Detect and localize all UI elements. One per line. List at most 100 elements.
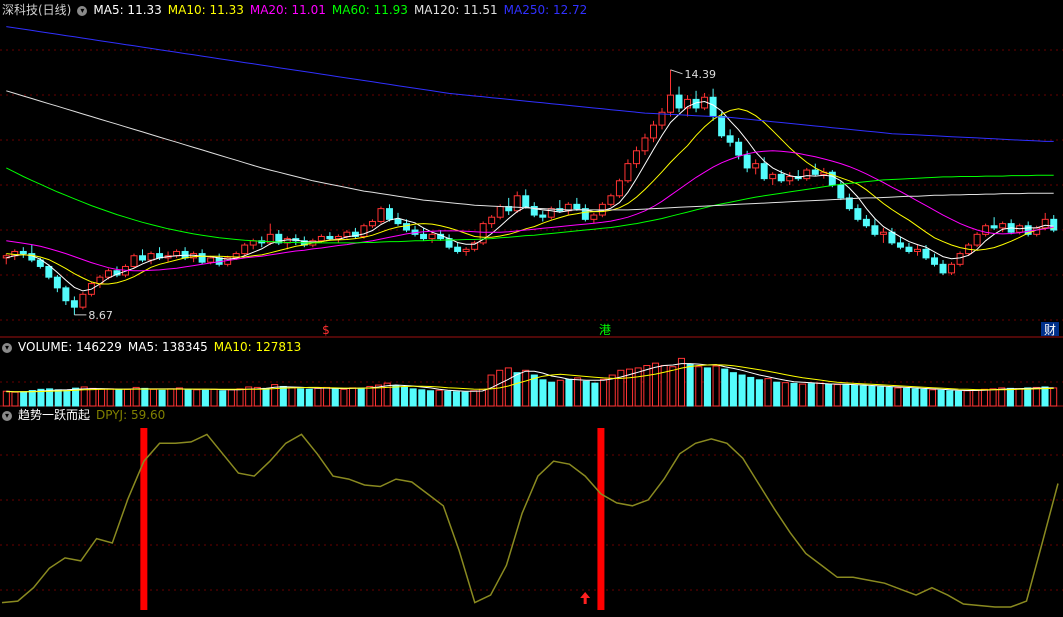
candle-body [360, 225, 368, 237]
volume-bar [1024, 387, 1032, 407]
high-price-label: 14.39 [685, 68, 717, 81]
volume-bar [790, 382, 798, 407]
volume-bar [149, 388, 158, 407]
candle-body [726, 135, 734, 143]
volume-bar [522, 369, 530, 407]
candle-body [326, 235, 334, 240]
volume-bar [28, 390, 36, 407]
volume-bar [366, 385, 374, 407]
candle-body [334, 235, 342, 240]
volume-bar [920, 388, 928, 407]
candle-body [139, 255, 146, 261]
candle-body [181, 250, 189, 259]
candle-body [675, 94, 683, 109]
candle-body [632, 150, 640, 165]
volume-bar [331, 388, 339, 407]
volume-bar [556, 379, 564, 407]
volume-bar [781, 382, 789, 407]
candle-body [854, 208, 862, 220]
volume-bar [851, 385, 859, 407]
volume-bar [1041, 386, 1049, 407]
volume-bar [755, 379, 763, 407]
volume-bar [911, 388, 919, 407]
signal-bar [140, 428, 148, 610]
ma-line-ma60 [6, 167, 1054, 244]
volume-bar [816, 382, 824, 407]
candle-body [862, 218, 870, 227]
candle-body [19, 250, 27, 255]
volume-bar [877, 386, 885, 407]
volume-bar [279, 385, 287, 407]
volume-bar [288, 387, 296, 407]
volume-bar [946, 390, 954, 407]
candle-body [62, 287, 70, 302]
candle-body [667, 94, 674, 113]
volume-bar [2, 390, 10, 407]
candle-body [641, 137, 649, 152]
volume-settings-icon[interactable]: ▾ [2, 342, 12, 353]
volume-bar [400, 386, 409, 407]
volume-bar [167, 388, 175, 407]
indicator-header: ▾ 趋势一跃而起 DPYJ: 59.60 [2, 407, 171, 423]
candle-body [735, 141, 743, 156]
ma5-value: MA5: 11.33 [93, 3, 162, 17]
candle-body [428, 233, 436, 240]
candle-body [905, 246, 913, 252]
volume-bar [409, 388, 417, 407]
volume-bar [669, 366, 677, 407]
candle-body [79, 293, 87, 308]
volume-bar [201, 389, 209, 407]
volume-bar [349, 387, 357, 407]
candle-body [811, 169, 819, 175]
candle-body [939, 263, 947, 274]
candle-body [573, 203, 581, 210]
high-marker-line [670, 69, 683, 75]
volume-bar [435, 389, 443, 407]
candle-body [343, 231, 351, 237]
volume-bar [747, 376, 755, 407]
volume-bar [175, 387, 183, 407]
candle-body [615, 180, 623, 197]
volume-bar [392, 385, 400, 407]
candle-body [948, 263, 956, 274]
volume-bar [539, 379, 547, 407]
volume-bar [721, 368, 729, 407]
ma-line-ma120 [6, 90, 1054, 211]
candle-body [607, 195, 615, 205]
ma10-value: MA10: 11.33 [167, 3, 244, 17]
settings-circle-icon[interactable]: ▾ [77, 5, 88, 16]
volume-bar [340, 388, 348, 407]
candle-body [488, 216, 496, 225]
candle-body [803, 169, 811, 180]
ma60-value: MA60: 11.93 [331, 3, 408, 17]
volume-bar [764, 378, 772, 407]
volume-bar [1006, 387, 1014, 407]
candle-body [1041, 218, 1049, 229]
volume-bar [452, 391, 460, 407]
candle-body [760, 163, 768, 180]
volume-bar [210, 388, 218, 407]
candle-body [496, 205, 504, 218]
volume-bar [825, 383, 833, 407]
volume-bar [245, 386, 253, 407]
candle-body [769, 173, 777, 180]
chart-title[interactable]: 深科技(日线) [2, 3, 71, 17]
volume-bar [11, 391, 19, 407]
volume-bar [833, 384, 841, 407]
volume-bar [253, 386, 261, 407]
candle-body [888, 231, 896, 244]
indicator-settings-icon[interactable]: ▾ [2, 410, 12, 421]
volume-bar [1050, 387, 1058, 407]
volume-bar [98, 388, 106, 407]
event-mark: $ [322, 323, 330, 337]
volume-bar [63, 389, 71, 407]
volume-bar [305, 388, 313, 407]
indicator-name[interactable]: 趋势一跃而起 [18, 408, 90, 422]
volume-bar [323, 386, 331, 407]
volume-bar [141, 387, 149, 407]
volume-bar [928, 389, 937, 407]
candle-body [45, 265, 53, 278]
volume-bar [530, 374, 538, 407]
volume-bar [357, 388, 365, 407]
candle-body [777, 173, 785, 182]
